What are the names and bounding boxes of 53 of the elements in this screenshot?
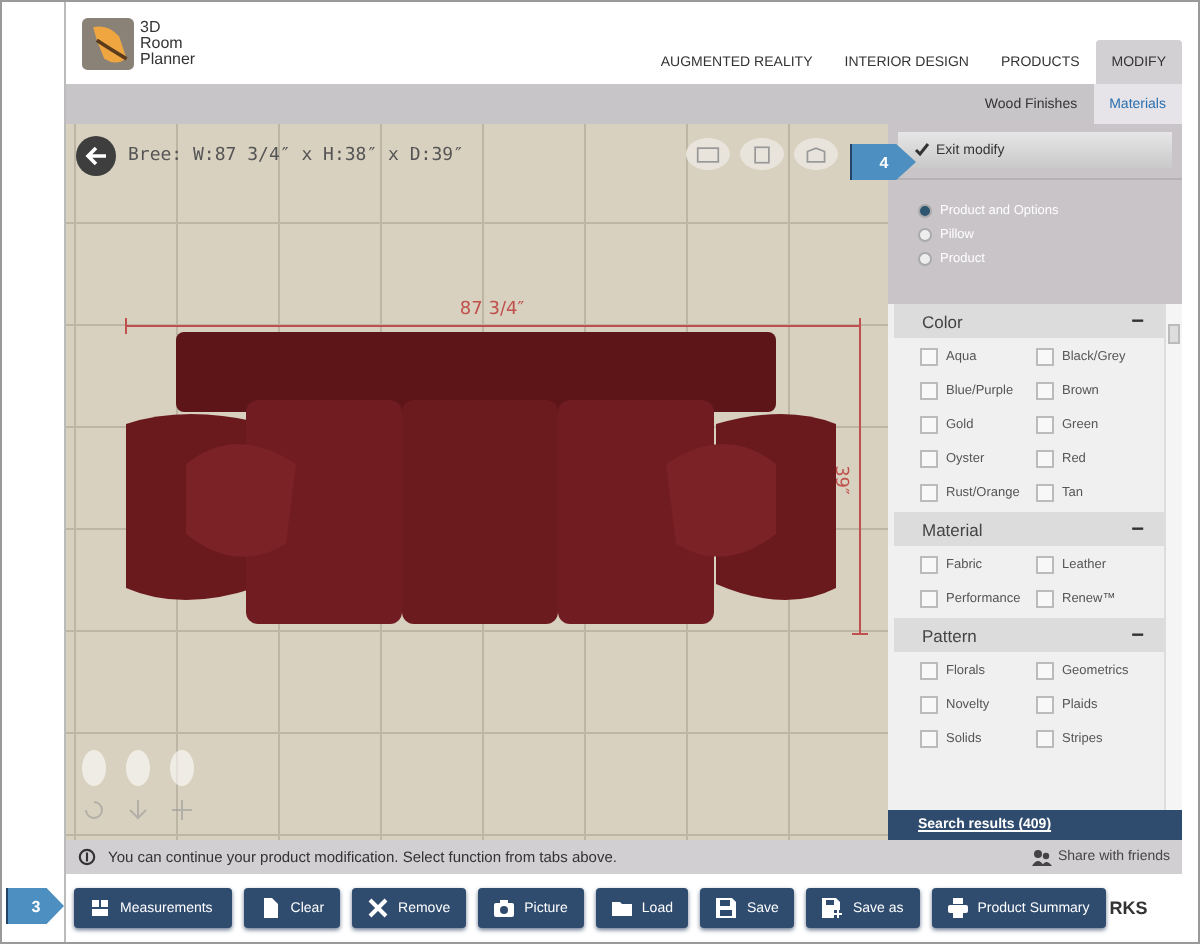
checkbox[interactable] [1036, 484, 1054, 502]
checkbox[interactable] [1036, 696, 1054, 714]
checkbox[interactable] [920, 590, 938, 608]
product-dimensions: Bree: W:87 3/4″ x H:38″ x D:39″ [128, 146, 464, 166]
checkbox[interactable] [1036, 450, 1054, 468]
collapse-button[interactable]: − [1131, 309, 1144, 333]
checkbox[interactable] [1036, 382, 1054, 400]
width-label: 87 3/4″ [459, 300, 525, 320]
checkbox[interactable] [1036, 590, 1054, 608]
info-icon [78, 848, 96, 866]
checkbox[interactable] [920, 730, 938, 748]
checkbox[interactable] [920, 484, 938, 502]
collapse-button[interactable]: − [1131, 623, 1144, 647]
scrollbar[interactable] [1164, 304, 1182, 810]
checkbox[interactable] [920, 348, 938, 366]
checkbox[interactable] [920, 450, 938, 468]
back-arrow-icon [84, 144, 108, 168]
chair-logo-icon [82, 17, 134, 69]
filter-title: Pattern [922, 625, 977, 645]
checkbox[interactable] [1036, 556, 1054, 574]
mouse-controls-drawing [82, 750, 194, 821]
checkbox[interactable] [920, 696, 938, 714]
checkbox[interactable] [920, 556, 938, 574]
people-icon [1031, 848, 1052, 866]
radio-button[interactable] [918, 227, 932, 241]
checkbox[interactable] [920, 662, 938, 680]
checkbox[interactable] [1036, 662, 1054, 680]
camera-icon [494, 898, 515, 918]
close-icon [368, 898, 389, 918]
step-callout: 3 [6, 888, 64, 924]
radio-button[interactable] [918, 203, 932, 217]
checkbox[interactable] [1036, 730, 1054, 748]
checkbox[interactable] [920, 382, 938, 400]
collapse-button[interactable]: − [1131, 517, 1144, 541]
checkbox[interactable] [1036, 416, 1054, 434]
checkmark-icon [914, 142, 930, 158]
view-icon[interactable] [794, 138, 838, 170]
floppy-disk-plus-icon [822, 898, 843, 918]
document-icon [260, 898, 281, 918]
logo-text: 3D Room Planner [140, 19, 196, 67]
printer-icon [947, 898, 968, 918]
grid-icon [90, 898, 110, 918]
view-icon[interactable] [740, 138, 784, 170]
checkbox[interactable] [1036, 348, 1054, 366]
view-icon[interactable] [686, 138, 730, 170]
checkbox[interactable] [920, 416, 938, 434]
brand-text-fragment: RKS [1109, 898, 1148, 918]
radio-button[interactable] [918, 251, 932, 265]
folder-icon [611, 898, 632, 918]
filter-title: Material [922, 519, 983, 539]
depth-label: 39″ [830, 465, 850, 495]
filter-title: Color [922, 311, 963, 331]
back-button[interactable] [76, 136, 116, 176]
